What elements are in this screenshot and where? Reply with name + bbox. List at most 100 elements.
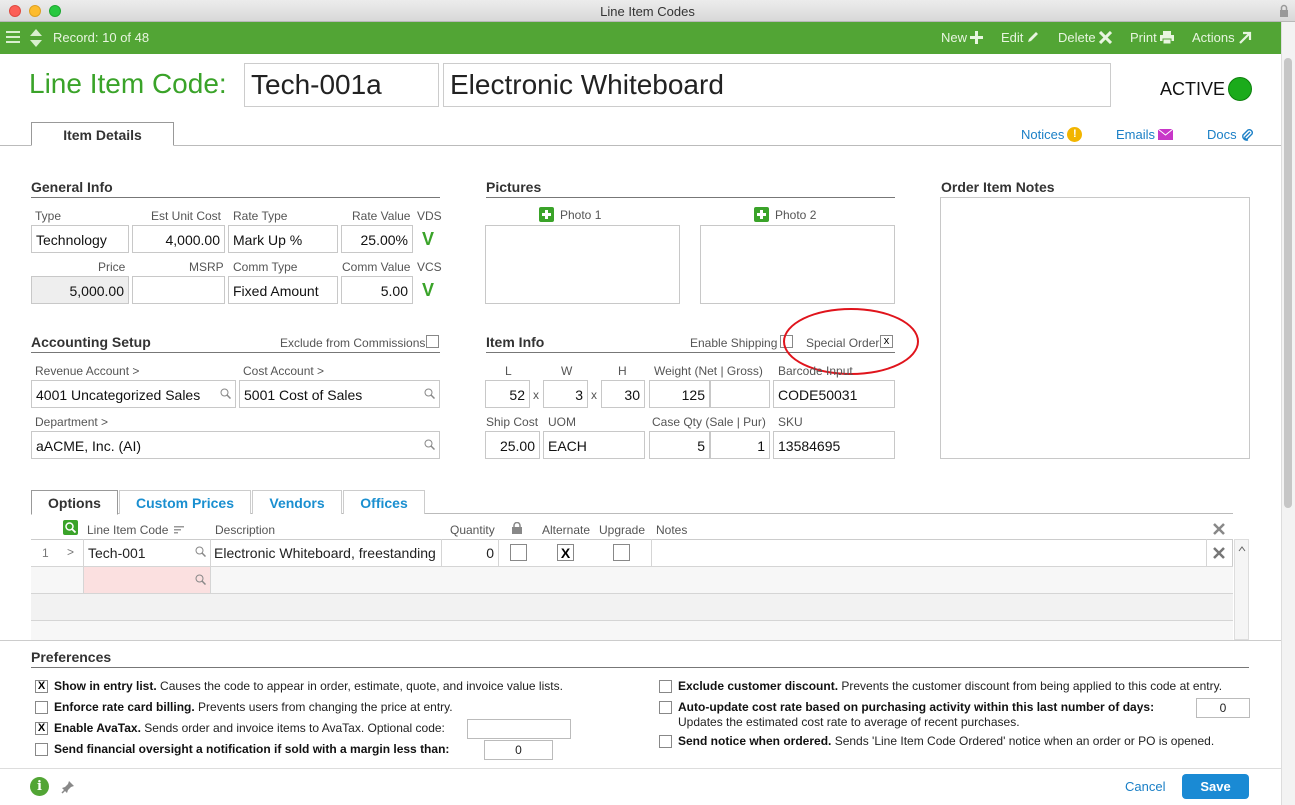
search-icon[interactable] xyxy=(63,520,78,535)
department-field[interactable]: aACME, Inc. (AI) xyxy=(31,431,440,459)
cost-account-field[interactable]: 5001 Cost of Sales xyxy=(239,380,440,408)
type-field[interactable]: Technology xyxy=(31,225,129,253)
delete-button[interactable]: Delete xyxy=(1058,30,1112,45)
length-field[interactable]: 52 xyxy=(485,380,530,408)
width-label: W xyxy=(561,364,573,378)
table-row[interactable]: 1 > Tech-001 Electronic Whiteboard, free… xyxy=(31,539,1233,567)
height-field[interactable]: 30 xyxy=(601,380,645,408)
code-field[interactable]: Tech-001a xyxy=(244,63,439,107)
photo1-box[interactable] xyxy=(485,225,680,304)
est-unit-cost-field[interactable]: 4,000.00 xyxy=(132,225,225,253)
row-lock-checkbox[interactable] xyxy=(510,544,527,561)
rate-value-field[interactable]: 25.00% xyxy=(341,225,413,253)
actions-label: Actions xyxy=(1192,30,1235,45)
line-item-code-label: Line Item Code: xyxy=(29,68,227,99)
column-header-code[interactable]: Line Item Code xyxy=(87,523,168,537)
photo2-box[interactable] xyxy=(700,225,895,304)
width-field[interactable]: 3 xyxy=(543,380,588,408)
pref-title: Enforce rate card billing. xyxy=(54,700,195,714)
weight-net-field[interactable]: 125 xyxy=(649,380,710,408)
cancel-button[interactable]: Cancel xyxy=(1125,779,1165,794)
msrp-field[interactable] xyxy=(132,276,225,304)
search-icon[interactable] xyxy=(424,388,435,399)
exclude-commissions-label: Exclude from Commissions xyxy=(280,336,426,350)
row-upgrade-checkbox[interactable] xyxy=(613,544,630,561)
edit-button[interactable]: Edit xyxy=(1001,30,1039,45)
row-quantity[interactable]: 0 xyxy=(441,539,499,566)
new-row-code-cell[interactable] xyxy=(83,567,211,593)
save-button[interactable]: Save xyxy=(1182,774,1249,799)
sort-icon[interactable] xyxy=(174,526,184,534)
revenue-account-link[interactable]: Revenue Account > xyxy=(35,364,139,378)
sku-field[interactable]: 13584695 xyxy=(773,431,895,459)
new-button[interactable]: New xyxy=(941,30,984,45)
pref-desc: Prevents users from changing the price a… xyxy=(194,700,453,714)
comm-value-field[interactable]: 5.00 xyxy=(341,276,413,304)
search-icon[interactable] xyxy=(195,574,206,585)
show-in-entry-list-checkbox[interactable]: X xyxy=(35,680,48,693)
tab-offices[interactable]: Offices xyxy=(343,490,425,514)
barcode-field[interactable]: CODE50031 xyxy=(773,380,895,408)
enforce-rate-card-checkbox[interactable] xyxy=(35,701,48,714)
price-field[interactable]: 5,000.00 xyxy=(31,276,129,304)
table-row-new[interactable] xyxy=(31,567,1233,594)
vds-check-icon[interactable]: V xyxy=(418,227,438,251)
tab-vendors[interactable]: Vendors xyxy=(252,490,342,514)
margin-threshold-field[interactable]: 0 xyxy=(484,740,553,760)
add-photo2-button[interactable]: Photo 2 xyxy=(754,207,816,222)
row-code-cell[interactable]: Tech-001 xyxy=(83,539,211,566)
grid-scrollbar[interactable] xyxy=(1234,539,1249,640)
plus-icon xyxy=(539,207,554,222)
tab-options[interactable]: Options xyxy=(31,490,118,515)
length-label: L xyxy=(505,364,512,378)
comm-type-field[interactable]: Fixed Amount xyxy=(228,276,338,304)
financial-oversight-checkbox[interactable] xyxy=(35,743,48,756)
notices-link[interactable]: Notices! xyxy=(1021,127,1083,142)
scrollbar-thumb[interactable] xyxy=(1284,58,1292,508)
record-counter: Record: 10 of 48 xyxy=(53,30,150,45)
pin-icon[interactable] xyxy=(61,780,75,794)
exclude-commissions-checkbox[interactable] xyxy=(426,335,439,348)
ship-cost-field[interactable]: 25.00 xyxy=(485,431,540,459)
add-photo1-button[interactable]: Photo 1 xyxy=(539,207,601,222)
send-notice-checkbox[interactable] xyxy=(659,735,672,748)
window-title: Line Item Codes xyxy=(600,4,695,19)
print-button[interactable]: Print xyxy=(1130,30,1174,45)
description-field[interactable]: Electronic Whiteboard xyxy=(443,63,1111,107)
chevron-up-icon[interactable] xyxy=(1238,546,1246,552)
search-icon[interactable] xyxy=(220,388,231,399)
avatax-code-field[interactable] xyxy=(467,719,571,739)
actions-button[interactable]: Actions xyxy=(1192,30,1252,45)
menu-icon[interactable] xyxy=(6,31,20,43)
auto-update-cost-checkbox[interactable] xyxy=(659,701,672,714)
row-description[interactable]: Electronic Whiteboard, freestanding xyxy=(214,545,436,561)
exclude-discount-checkbox[interactable] xyxy=(659,680,672,693)
delete-row-icon[interactable] xyxy=(1213,547,1225,559)
revenue-account-field[interactable]: 4001 Uncategorized Sales xyxy=(31,380,236,408)
order-item-notes-field[interactable] xyxy=(940,197,1250,459)
tab-item-details[interactable]: Item Details xyxy=(31,122,174,146)
row-notes[interactable] xyxy=(651,539,1207,566)
docs-link[interactable]: Docs xyxy=(1207,127,1254,142)
rate-type-field[interactable]: Mark Up % xyxy=(228,225,338,253)
info-icon[interactable]: i xyxy=(30,777,49,796)
auto-update-cost-text: Auto-update cost rate based on purchasin… xyxy=(678,700,1154,730)
search-icon[interactable] xyxy=(424,439,435,450)
clear-x-icon[interactable] xyxy=(1213,523,1225,535)
search-icon[interactable] xyxy=(195,546,206,557)
emails-link[interactable]: Emails xyxy=(1116,127,1174,142)
row-expand-arrow[interactable]: > xyxy=(67,545,74,559)
record-stepper-icon[interactable] xyxy=(29,28,43,48)
vcs-check-icon[interactable]: V xyxy=(418,278,438,302)
enable-avatax-checkbox[interactable]: X xyxy=(35,722,48,735)
row-alternate-checkbox[interactable]: X xyxy=(557,544,574,561)
tab-custom-prices[interactable]: Custom Prices xyxy=(119,490,251,514)
case-qty-sale-field[interactable]: 5 xyxy=(649,431,710,459)
uom-field[interactable]: EACH xyxy=(543,431,645,459)
department-link[interactable]: Department > xyxy=(35,415,108,429)
barcode-label: Barcode Input xyxy=(778,364,853,378)
weight-gross-field[interactable] xyxy=(710,380,770,408)
auto-update-days-field[interactable]: 0 xyxy=(1196,698,1250,718)
case-qty-pur-field[interactable]: 1 xyxy=(710,431,770,459)
cost-account-link[interactable]: Cost Account > xyxy=(243,364,324,378)
